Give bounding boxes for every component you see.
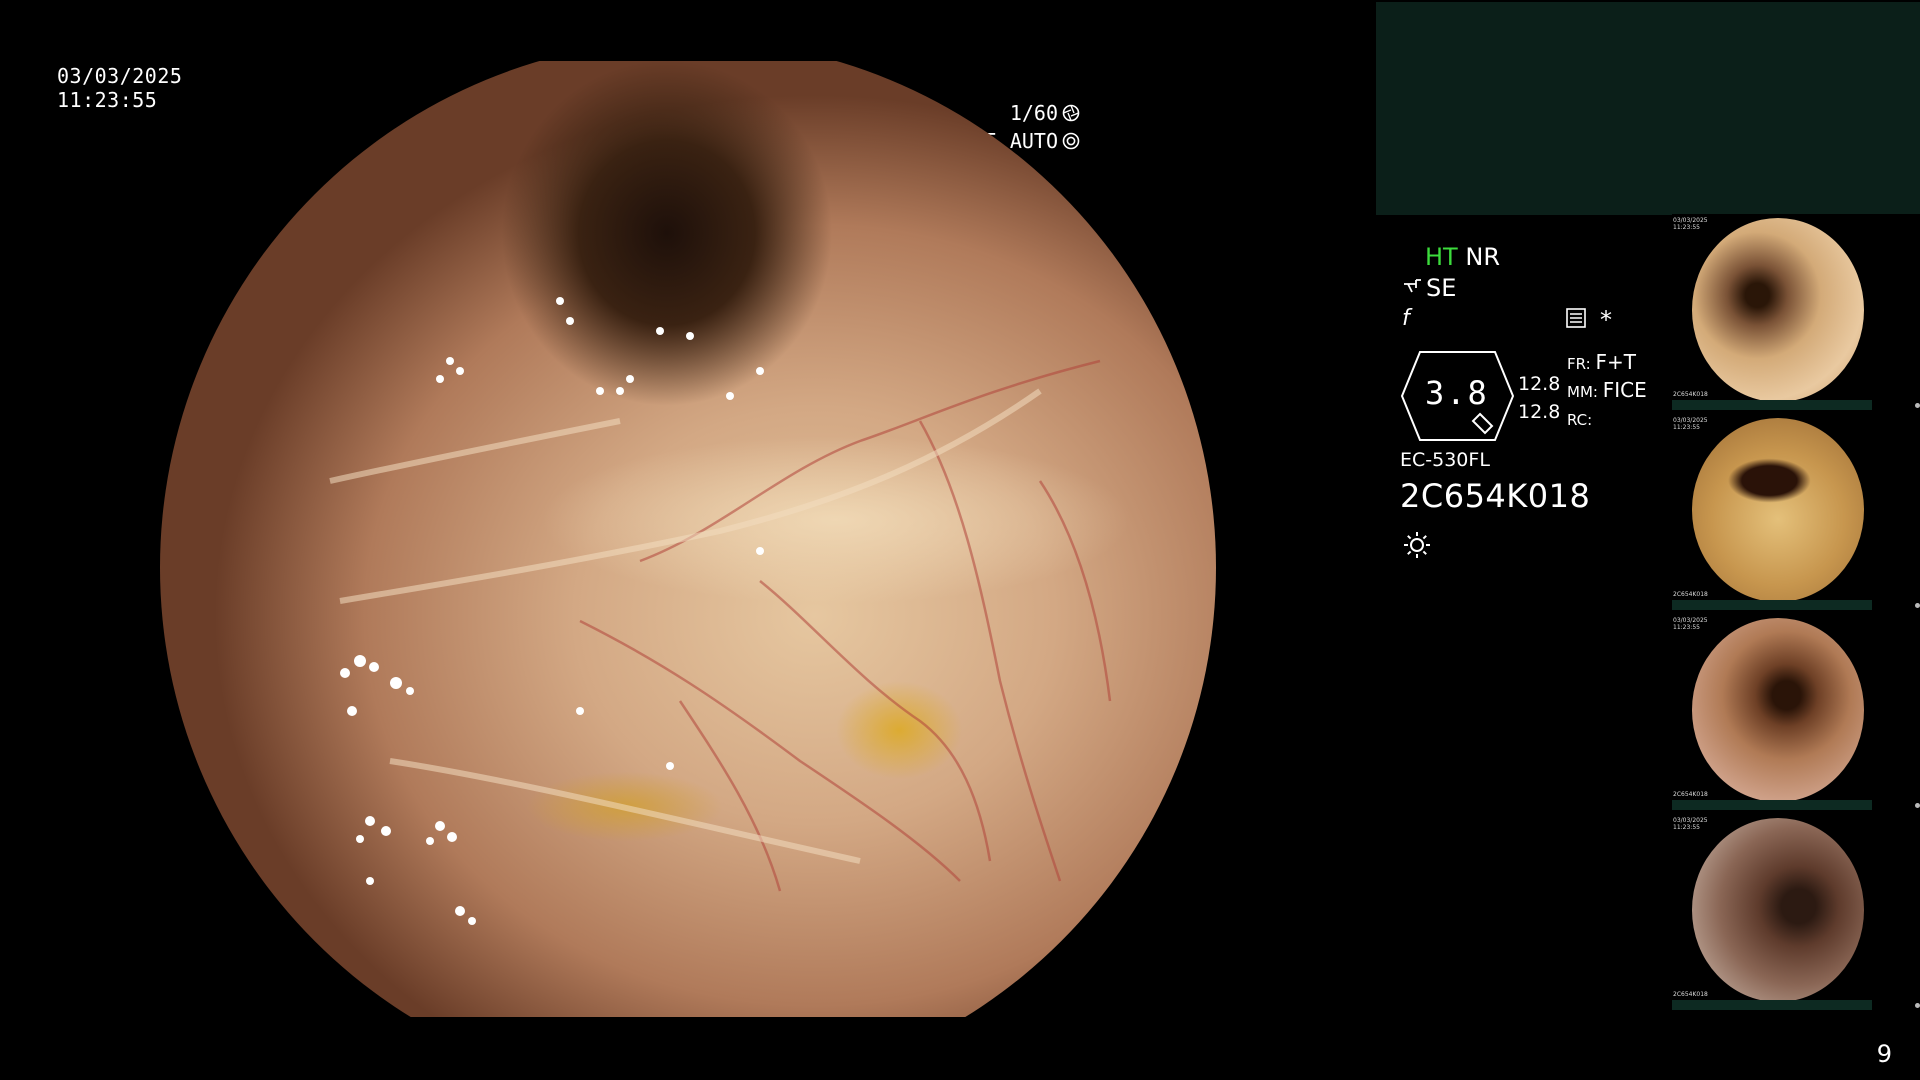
thumbnail-serial: 2C654K018 <box>1673 991 1708 998</box>
se-label: SE <box>1426 274 1457 302</box>
thumbnail-serial: 2C654K018 <box>1673 591 1708 598</box>
rc-row: RC: <box>1567 405 1647 433</box>
image-mode-flags: HT NR <box>1425 243 1500 271</box>
thumbnail-bar <box>1672 600 1872 610</box>
thumbnail-1[interactable]: 03/03/2025 11:23:55 2C654K018 <box>1672 214 1920 410</box>
gauge-value: 3.8 <box>1425 374 1489 412</box>
mm-label: MM: <box>1567 383 1598 401</box>
thumbnail-serial: 2C654K018 <box>1673 391 1708 398</box>
thumbnail-caption: 03/03/2025 11:23:55 <box>1673 217 1708 231</box>
thumbnail-image <box>1692 418 1864 602</box>
processor-settings: FR: F+T MM: FICE RC: <box>1567 349 1647 433</box>
thumbnail-dot <box>1915 803 1920 808</box>
thumbnail-serial: 2C654K018 <box>1673 791 1708 798</box>
nr-label: NR <box>1465 243 1500 271</box>
page-number: 9 <box>1876 1040 1892 1068</box>
time-text: 11:23:55 <box>57 88 158 112</box>
shutter-text: 1/60 <box>1009 101 1058 125</box>
thumbnail-dot <box>1915 1003 1920 1008</box>
gauge-number-2: 12.8 <box>1518 401 1561 423</box>
thumbnail-bar <box>1672 1000 1872 1010</box>
menu-icon <box>1566 308 1586 332</box>
se-scope-icon <box>1402 274 1422 302</box>
thumbnail-image <box>1692 218 1864 402</box>
patient-info-box <box>1376 2 1920 215</box>
asterisk-mark: * <box>1600 306 1612 334</box>
thumbnail-2[interactable]: 03/03/2025 11:23:55 2C654K018 <box>1672 414 1920 610</box>
fr-label: FR: <box>1567 355 1591 373</box>
thumbnail-caption: 03/03/2025 11:23:55 <box>1673 417 1708 431</box>
thumbnail-bar <box>1672 800 1872 810</box>
thumbnail-dot <box>1915 403 1920 408</box>
thumbnail-4[interactable]: 03/03/2025 11:23:55 2C654K018 <box>1672 814 1920 1010</box>
thumbnail-bar <box>1672 400 1872 410</box>
se-row: SE <box>1402 274 1456 302</box>
thumbnail-image <box>1692 818 1864 1002</box>
thumbnail-image <box>1692 618 1864 802</box>
f-function-icon: f <box>1402 306 1410 331</box>
rc-label: RC: <box>1567 411 1593 429</box>
gauge-numbers: 12.8 12.8 <box>1518 370 1560 426</box>
mm-row: MM: FICE <box>1567 377 1647 405</box>
mm-value: FICE <box>1602 378 1647 402</box>
fr-row: FR: F+T <box>1567 349 1647 377</box>
scope-serial: 2C654K018 <box>1400 477 1591 515</box>
thumbnail-3[interactable]: 03/03/2025 11:23:55 2C654K018 <box>1672 614 1920 810</box>
shutter-icon <box>1062 104 1080 122</box>
light-icon <box>1402 530 1432 564</box>
thumbnail-caption: 03/03/2025 11:23:55 <box>1673 817 1708 831</box>
thumbnail-caption: 03/03/2025 11:23:55 <box>1673 617 1708 631</box>
gauge-number-1: 12.8 <box>1518 373 1561 395</box>
endoscope-view <box>160 61 1216 1017</box>
datetime-overlay: 03/03/2025 11:23:55 <box>57 64 182 112</box>
date-text: 03/03/2025 <box>57 64 183 88</box>
scope-model: EC-530FL <box>1400 449 1490 471</box>
mucosa-detail <box>329 297 1112 925</box>
fr-value: F+T <box>1595 350 1636 374</box>
auto-iris-icon <box>1062 132 1080 150</box>
ht-label: HT <box>1425 243 1458 271</box>
thumbnail-dot <box>1915 603 1920 608</box>
